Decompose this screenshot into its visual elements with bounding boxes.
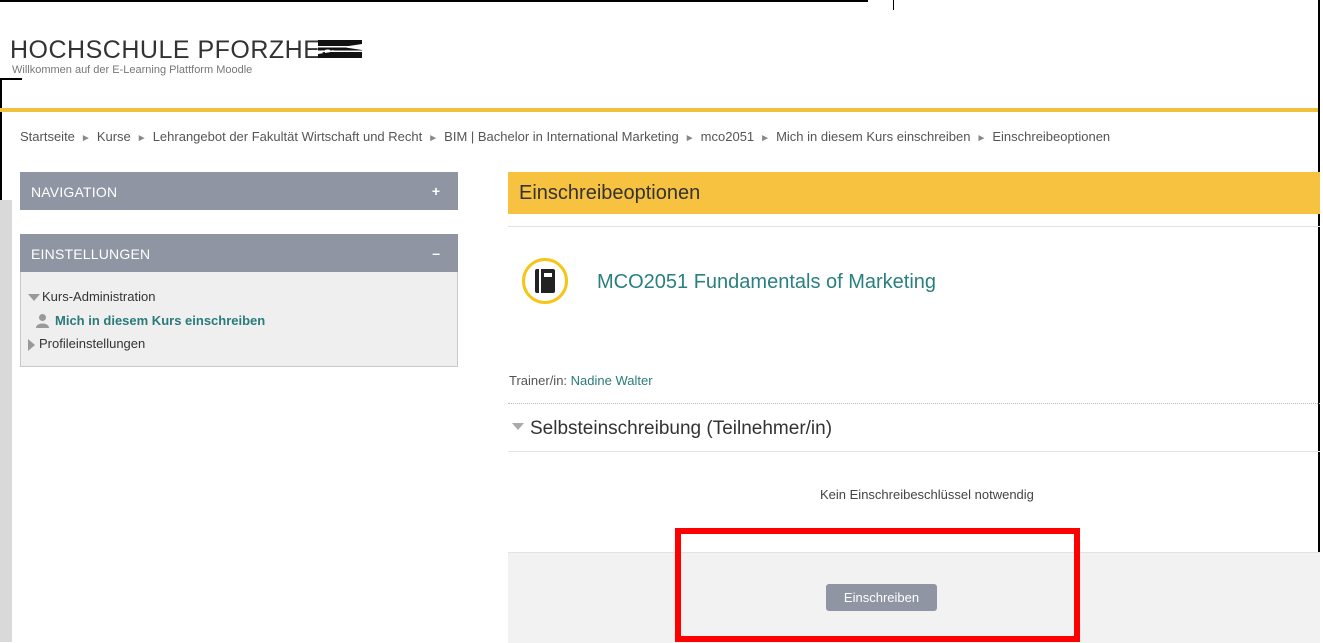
- tree-item-label: Kurs-Administration: [42, 289, 156, 304]
- settings-block-title: EINSTELLUNGEN: [31, 246, 151, 262]
- no-enrolment-key-text: Kein Einschreibeschlüssel notwendig: [820, 487, 1034, 502]
- breadcrumb-separator-icon: ►: [976, 133, 987, 144]
- trainer-name-link[interactable]: Nadine Walter: [571, 373, 653, 388]
- course-icon-circle: [522, 258, 568, 304]
- header-gold-divider: [0, 108, 1318, 112]
- breadcrumb-separator-icon: ►: [136, 133, 147, 144]
- tree-item-label: Mich in diesem Kurs einschreiben: [55, 313, 266, 328]
- screenshot-border-notch-line: [893, 0, 894, 10]
- breadcrumb: Startseite ► Kurse ► Lehrangebot der Fakultä…: [20, 129, 1316, 144]
- screenshot-border-left-top: [0, 78, 22, 80]
- expanded-arrow-icon: [28, 294, 40, 302]
- screenshot-gray-strip: [0, 200, 12, 642]
- settings-block-body: Kurs-Administration Mich in diesem Kurs …: [20, 272, 458, 367]
- collapse-icon[interactable]: –: [432, 245, 440, 261]
- screenshot-border-notch: [868, 0, 1323, 2]
- breadcrumb-home[interactable]: Startseite: [20, 129, 75, 144]
- breadcrumb-courses[interactable]: Kurse: [97, 129, 131, 144]
- section-collapse-arrow-icon: [512, 423, 524, 431]
- breadcrumb-course[interactable]: mco2051: [701, 129, 754, 144]
- user-icon: [36, 314, 49, 328]
- navigation-block-header[interactable]: NAVIGATION +: [20, 172, 458, 210]
- breadcrumb-current: Einschreibeoptionen: [992, 129, 1111, 144]
- breadcrumb-separator-icon: ►: [760, 133, 771, 144]
- page-title: Einschreibeoptionen: [519, 182, 701, 204]
- breadcrumb-separator-icon: ►: [80, 133, 91, 144]
- tree-item-enrol-self[interactable]: Mich in diesem Kurs einschreiben: [36, 313, 266, 328]
- collapsed-arrow-icon: [28, 338, 35, 351]
- site-logo-title[interactable]: HOCHSCHULE PFORZHEIM: [10, 36, 349, 65]
- tree-item-kurs-administration[interactable]: Kurs-Administration: [28, 289, 155, 304]
- tree-item-profileinstellungen[interactable]: Profileinstellungen: [28, 336, 145, 351]
- breadcrumb-separator-icon: ►: [684, 133, 695, 144]
- course-title-link[interactable]: MCO2051 Fundamentals of Marketing: [597, 271, 936, 294]
- site-logo-subtitle: Willkommen auf der E-Learning Plattform …: [12, 64, 253, 76]
- breadcrumb-enrol-self[interactable]: Mich in diesem Kurs einschreiben: [776, 129, 970, 144]
- expand-icon[interactable]: +: [432, 183, 440, 199]
- self-enrolment-section-header[interactable]: Selbsteinschreibung (Teilnehmer/in): [512, 418, 832, 440]
- breadcrumb-separator-icon: ►: [428, 133, 439, 144]
- navigation-block-title: NAVIGATION: [31, 184, 118, 200]
- tree-item-label: Profileinstellungen: [39, 336, 146, 351]
- book-icon: [535, 269, 555, 293]
- trainer-label: Trainer/in:: [509, 373, 568, 388]
- breadcrumb-program[interactable]: BIM | Bachelor in International Marketin…: [444, 129, 679, 144]
- settings-block-header[interactable]: EINSTELLUNGEN –: [20, 234, 458, 272]
- university-logo-icon: [318, 40, 362, 58]
- red-highlight-annotation: [675, 528, 1080, 642]
- trainer-line: Trainer/in: Nadine Walter: [509, 373, 653, 388]
- breadcrumb-faculty[interactable]: Lehrangebot der Fakultät Wirtschaft und …: [153, 129, 423, 144]
- self-enrolment-title: Selbsteinschreibung (Teilnehmer/in): [530, 418, 833, 439]
- page-heading-bar: Einschreibeoptionen: [508, 172, 1320, 214]
- section-divider: [508, 451, 1320, 452]
